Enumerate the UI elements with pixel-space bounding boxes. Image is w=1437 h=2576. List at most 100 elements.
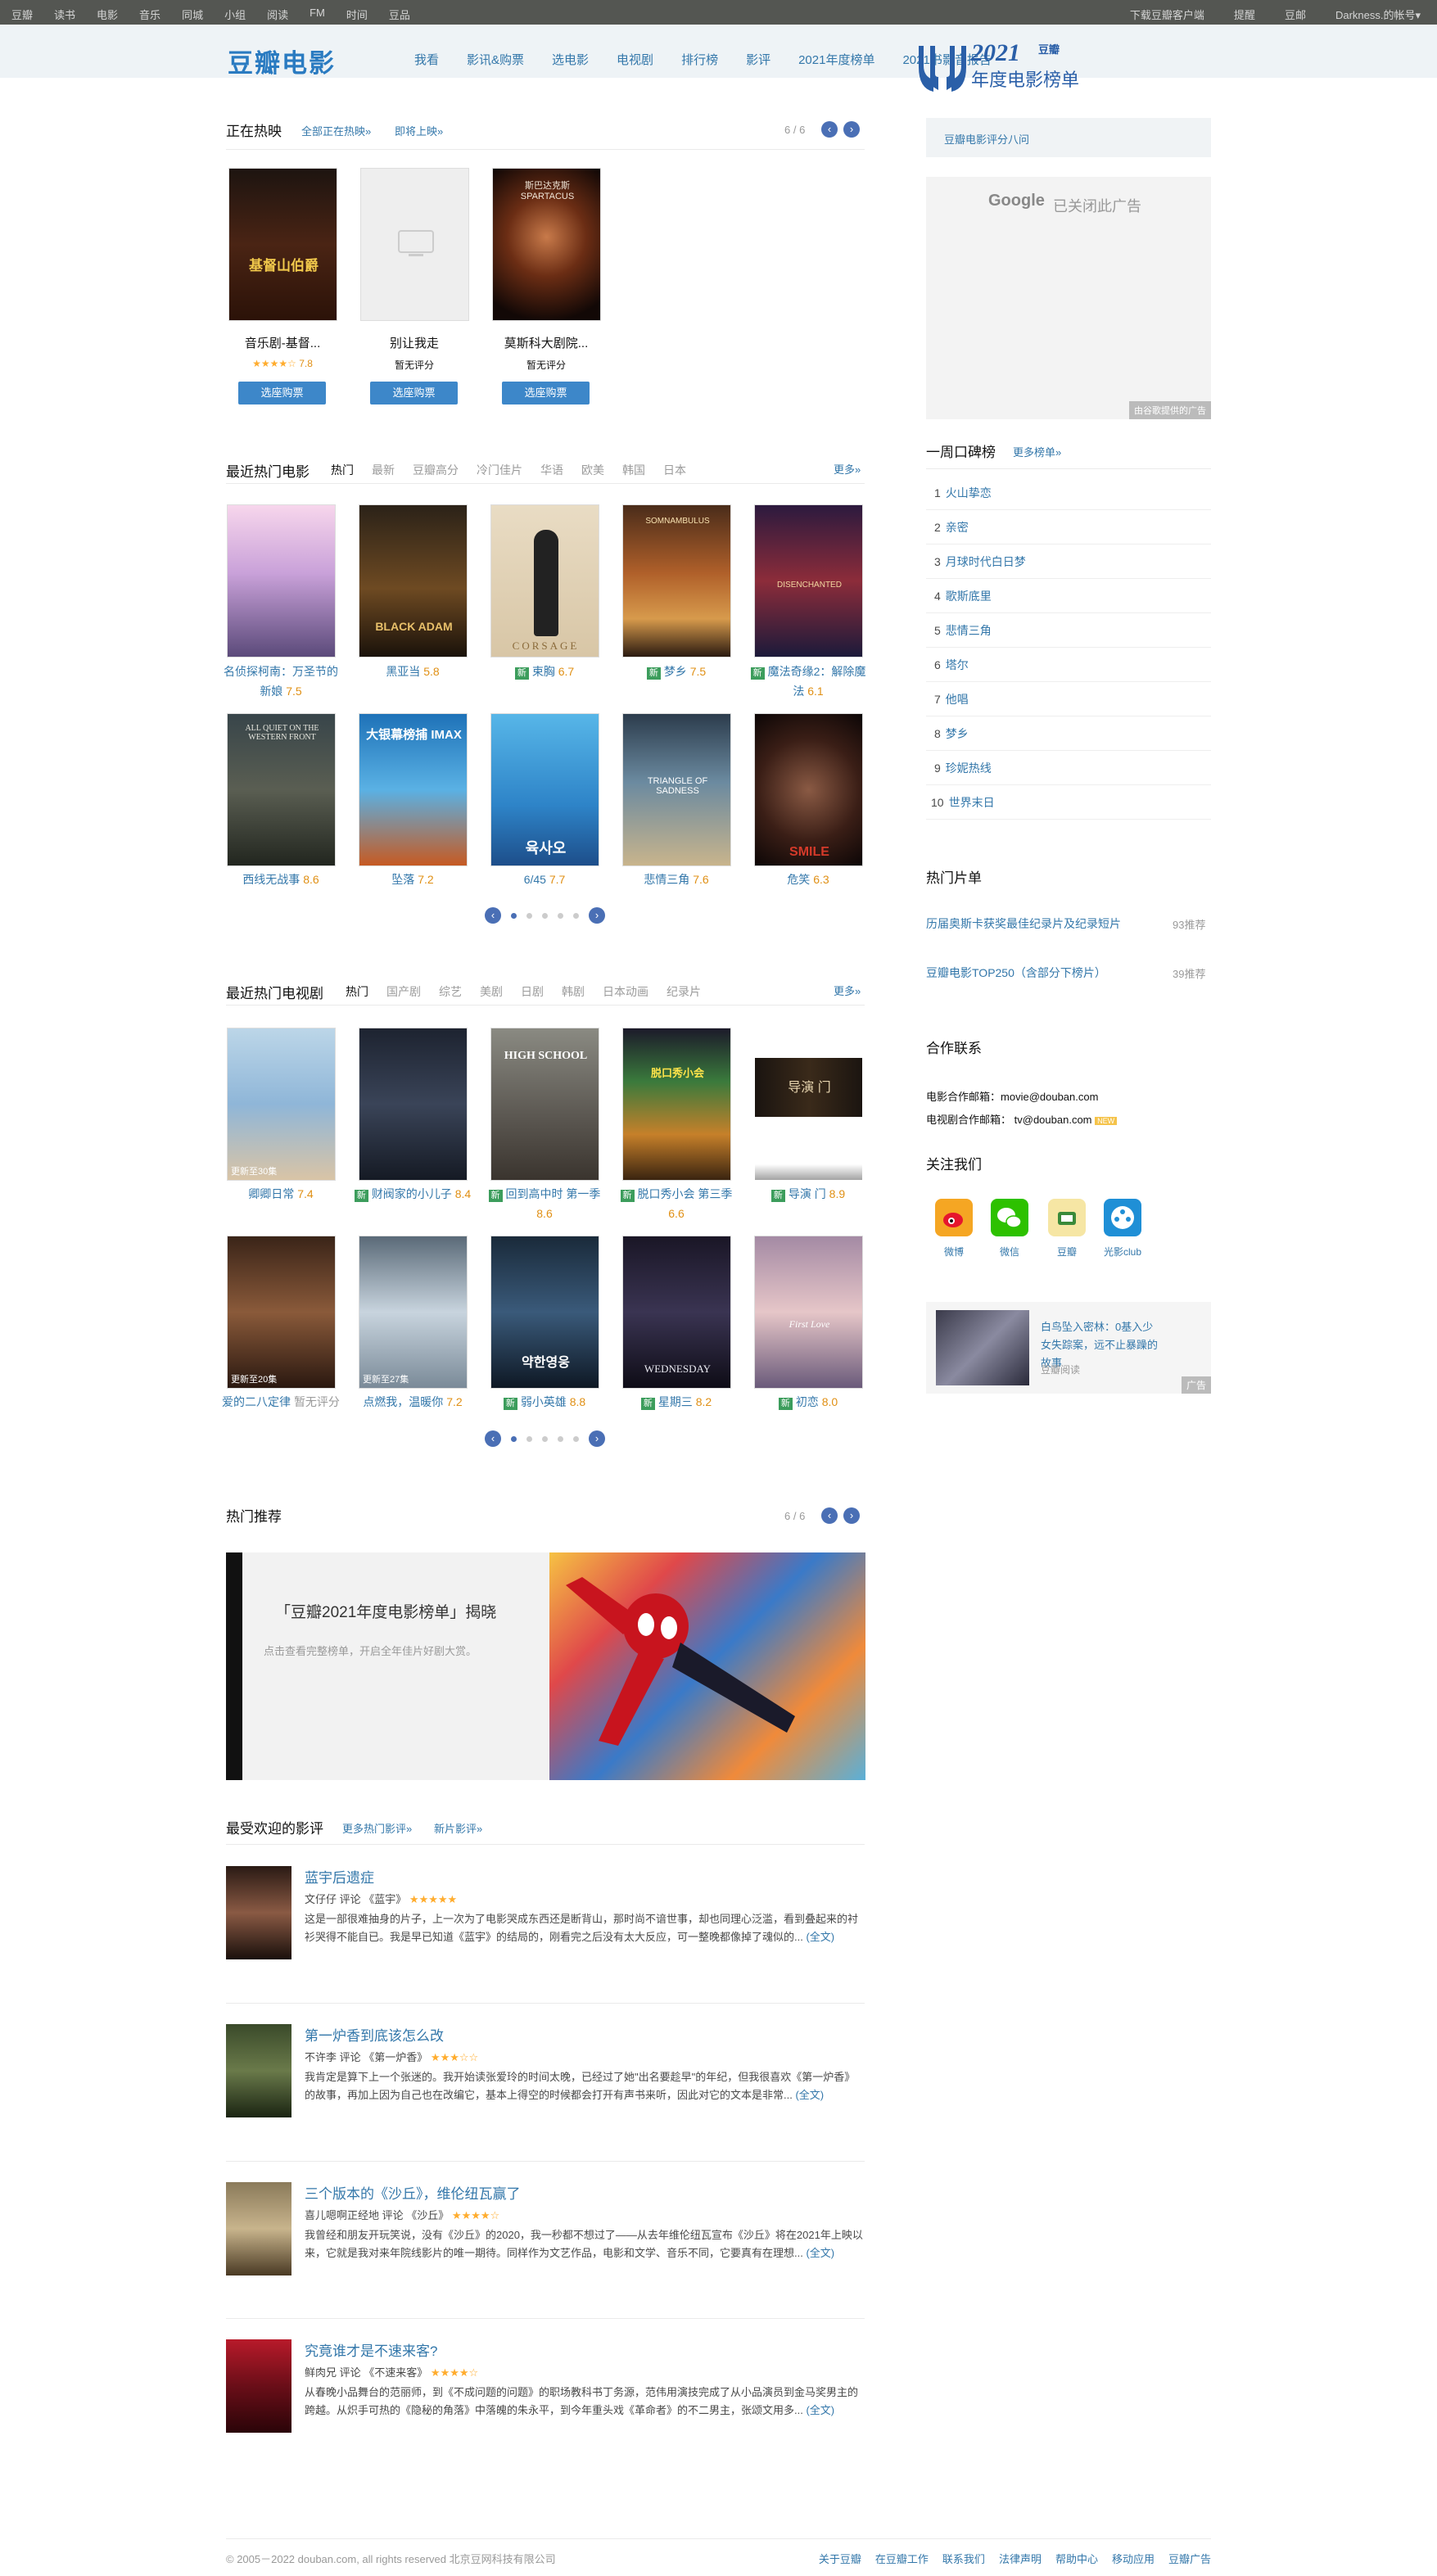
follow-label-douban[interactable]: 豆瓣 xyxy=(1048,1245,1086,1259)
page-dot[interactable] xyxy=(511,1436,517,1442)
review-movie[interactable]: 《沙丘》 xyxy=(406,2209,449,2221)
hot-movies-more-link[interactable]: 更多» xyxy=(834,461,861,477)
movie-caption-10[interactable]: 危笑 6.3 xyxy=(747,870,870,889)
poster-now-2-placeholder[interactable] xyxy=(360,168,469,321)
buy-ticket-button-2[interactable]: 选座购票 xyxy=(370,382,458,404)
global-nav-local[interactable]: 同城 xyxy=(182,7,203,22)
poster-movie-4[interactable]: SOMNAMBULUS xyxy=(622,504,731,658)
review-poster[interactable] xyxy=(226,1866,291,1959)
weekly-item-5[interactable]: 5 悲情三角 xyxy=(926,613,1211,648)
guangying-club-icon[interactable] xyxy=(1104,1199,1141,1236)
tv-caption-5[interactable]: 新导演 门 8.9 xyxy=(747,1184,870,1204)
tab-chinese[interactable]: 华语 xyxy=(540,462,563,478)
tab-hot[interactable]: 热门 xyxy=(331,462,354,478)
tv-caption-7[interactable]: 点燃我，温暖你 7.2 xyxy=(351,1392,474,1412)
now-playing-title-1[interactable]: 音乐剧-基督... xyxy=(221,334,344,351)
global-nav-read[interactable]: 阅读 xyxy=(267,7,288,22)
tab-top-rated[interactable]: 豆瓣高分 xyxy=(413,462,459,478)
tab-latest[interactable]: 最新 xyxy=(372,462,395,478)
weekly-item-6[interactable]: 6 塔尔 xyxy=(926,648,1211,682)
review-author[interactable]: 文仔仔 xyxy=(305,1893,337,1905)
doumail-link[interactable]: 豆邮 xyxy=(1285,7,1306,22)
poster-movie-8[interactable]: 육사오 xyxy=(490,713,599,866)
buy-ticket-button-1[interactable]: 选座购票 xyxy=(238,382,326,404)
hot-list-1[interactable]: 历届奥斯卡获奖最佳纪录片及纪录短片 xyxy=(926,915,1121,932)
more-reviews-link[interactable]: 更多热门影评» xyxy=(342,1820,412,1836)
now-playing-prev-button[interactable]: ‹ xyxy=(821,121,838,138)
site-logo[interactable]: 豆瓣电影 xyxy=(228,43,336,79)
global-nav-market[interactable]: 豆品 xyxy=(389,7,410,22)
review-movie[interactable]: 《蓝宇》 xyxy=(364,1893,406,1905)
review-author[interactable]: 喜儿嗯啊正经地 xyxy=(305,2209,379,2221)
movie-caption-2[interactable]: 黑亚当 5.8 xyxy=(351,662,474,681)
review-author[interactable]: 鲜肉兄 xyxy=(305,2366,337,2379)
review-poster[interactable] xyxy=(226,2182,291,2275)
nav-my-watch[interactable]: 我看 xyxy=(414,51,439,68)
poster-now-1[interactable]: 基督山伯爵 xyxy=(228,168,337,321)
movie-caption-7[interactable]: 坠落 7.2 xyxy=(351,870,474,889)
poster-tv-5[interactable]: 导演 门 xyxy=(754,1028,863,1181)
follow-label-weibo[interactable]: 微博 xyxy=(935,1245,973,1259)
footer-link-contact[interactable]: 联系我们 xyxy=(942,2551,985,2566)
weekly-item-4[interactable]: 4 歌斯底里 xyxy=(926,579,1211,613)
nav-tickets[interactable]: 影讯&购票 xyxy=(467,51,524,68)
footer-link-about[interactable]: 关于豆瓣 xyxy=(819,2551,861,2566)
nav-reviews[interactable]: 影评 xyxy=(746,51,770,68)
recommend-banner[interactable]: 「豆瓣2021年度电影榜单」揭晓 点击查看完整榜单，开启全年佳片好剧大赏。 xyxy=(226,1552,865,1780)
weekly-item-7[interactable]: 7 他唱 xyxy=(926,682,1211,716)
recommend-prev-button[interactable]: ‹ xyxy=(821,1507,838,1524)
nav-explore[interactable]: 选电影 xyxy=(552,51,589,68)
tab-tv-jp[interactable]: 日剧 xyxy=(521,983,544,1000)
poster-tv-6[interactable]: 更新至20集 xyxy=(227,1236,336,1389)
tv-caption-6[interactable]: 爱的二八定律 暂无评分 xyxy=(219,1392,342,1412)
poster-movie-5[interactable]: DISENCHANTED xyxy=(754,504,863,658)
hot-tv-next-button[interactable]: › xyxy=(589,1430,605,1447)
tab-tv-anime[interactable]: 日本动画 xyxy=(603,983,648,1000)
review-poster[interactable] xyxy=(226,2339,291,2433)
footer-link-ads[interactable]: 豆瓣广告 xyxy=(1168,2551,1211,2566)
global-nav-books[interactable]: 读书 xyxy=(54,7,75,22)
new-reviews-link[interactable]: 新片影评» xyxy=(434,1820,482,1836)
review-full-link[interactable]: (全文) xyxy=(806,2404,834,2416)
tab-tv-hot[interactable]: 热门 xyxy=(346,983,368,1000)
follow-label-guangying[interactable]: 光影club xyxy=(1096,1245,1150,1259)
tv-caption-4[interactable]: 新脱口秀小会 第三季 6.6 xyxy=(615,1184,738,1223)
sidebar-banner[interactable]: 豆瓣电影评分八问 xyxy=(926,118,1211,157)
page-dot[interactable] xyxy=(526,1436,532,1442)
movie-caption-6[interactable]: 西线无战事 8.6 xyxy=(219,870,342,889)
footer-link-mobile[interactable]: 移动应用 xyxy=(1112,2551,1155,2566)
movie-caption-1[interactable]: 名侦探柯南：万圣节的新娘 7.5 xyxy=(219,662,342,701)
page-dot[interactable] xyxy=(511,913,517,919)
weekly-item-9[interactable]: 9 珍妮热线 xyxy=(926,751,1211,785)
review-poster[interactable] xyxy=(226,2024,291,2117)
tab-western[interactable]: 欧美 xyxy=(581,462,604,478)
poster-movie-3[interactable]: CORSAGE xyxy=(490,504,599,658)
tab-tv-domestic[interactable]: 国产剧 xyxy=(386,983,421,1000)
footer-link-jobs[interactable]: 在豆瓣工作 xyxy=(875,2551,929,2566)
poster-tv-9[interactable]: WEDNESDAY xyxy=(622,1236,731,1389)
hot-tv-more-link[interactable]: 更多» xyxy=(834,983,861,998)
movie-caption-4[interactable]: 新梦乡 7.5 xyxy=(615,662,738,681)
sidebar-ad-card[interactable]: 白鸟坠入密林：0基入少女失踪案，远不止暴躁的故事 豆瓣阅读 广告 xyxy=(926,1302,1211,1394)
hot-tv-prev-button[interactable]: ‹ xyxy=(485,1430,501,1447)
hot-list-2[interactable]: 豆瓣电影TOP250（含部分下榜片） xyxy=(926,965,1106,981)
footer-link-legal[interactable]: 法律声明 xyxy=(999,2551,1042,2566)
contact-movie-email[interactable]: movie@douban.com xyxy=(1001,1091,1098,1103)
poster-movie-6[interactable]: ALL QUIET ON THE WESTERN FRONT xyxy=(227,713,336,866)
contact-tv-email[interactable]: tv@douban.com xyxy=(1014,1114,1092,1126)
poster-movie-2[interactable]: BLACK ADAM xyxy=(359,504,468,658)
poster-tv-8[interactable]: 약한영웅 xyxy=(490,1236,599,1389)
tab-japanese[interactable]: 日本 xyxy=(663,462,686,478)
tv-caption-10[interactable]: 新初恋 8.0 xyxy=(747,1392,870,1412)
poster-movie-9[interactable]: TRIANGLE OF SADNESS xyxy=(622,713,731,866)
poster-tv-10[interactable]: First Love xyxy=(754,1236,863,1389)
global-nav-douban[interactable]: 豆瓣 xyxy=(11,7,33,22)
weibo-icon[interactable] xyxy=(935,1199,973,1236)
poster-movie-7[interactable]: 大银幕榜捕 IMAX xyxy=(359,713,468,866)
review-title[interactable]: 究竟谁才是不速来客? xyxy=(305,2339,437,2360)
movie-caption-8[interactable]: 6/45 7.7 xyxy=(483,870,606,889)
poster-movie-10[interactable]: SMILE xyxy=(754,713,863,866)
tv-caption-2[interactable]: 新财阀家的小儿子 8.4 xyxy=(351,1184,474,1204)
page-dot[interactable] xyxy=(573,913,579,919)
tv-caption-9[interactable]: 新星期三 8.2 xyxy=(615,1392,738,1412)
